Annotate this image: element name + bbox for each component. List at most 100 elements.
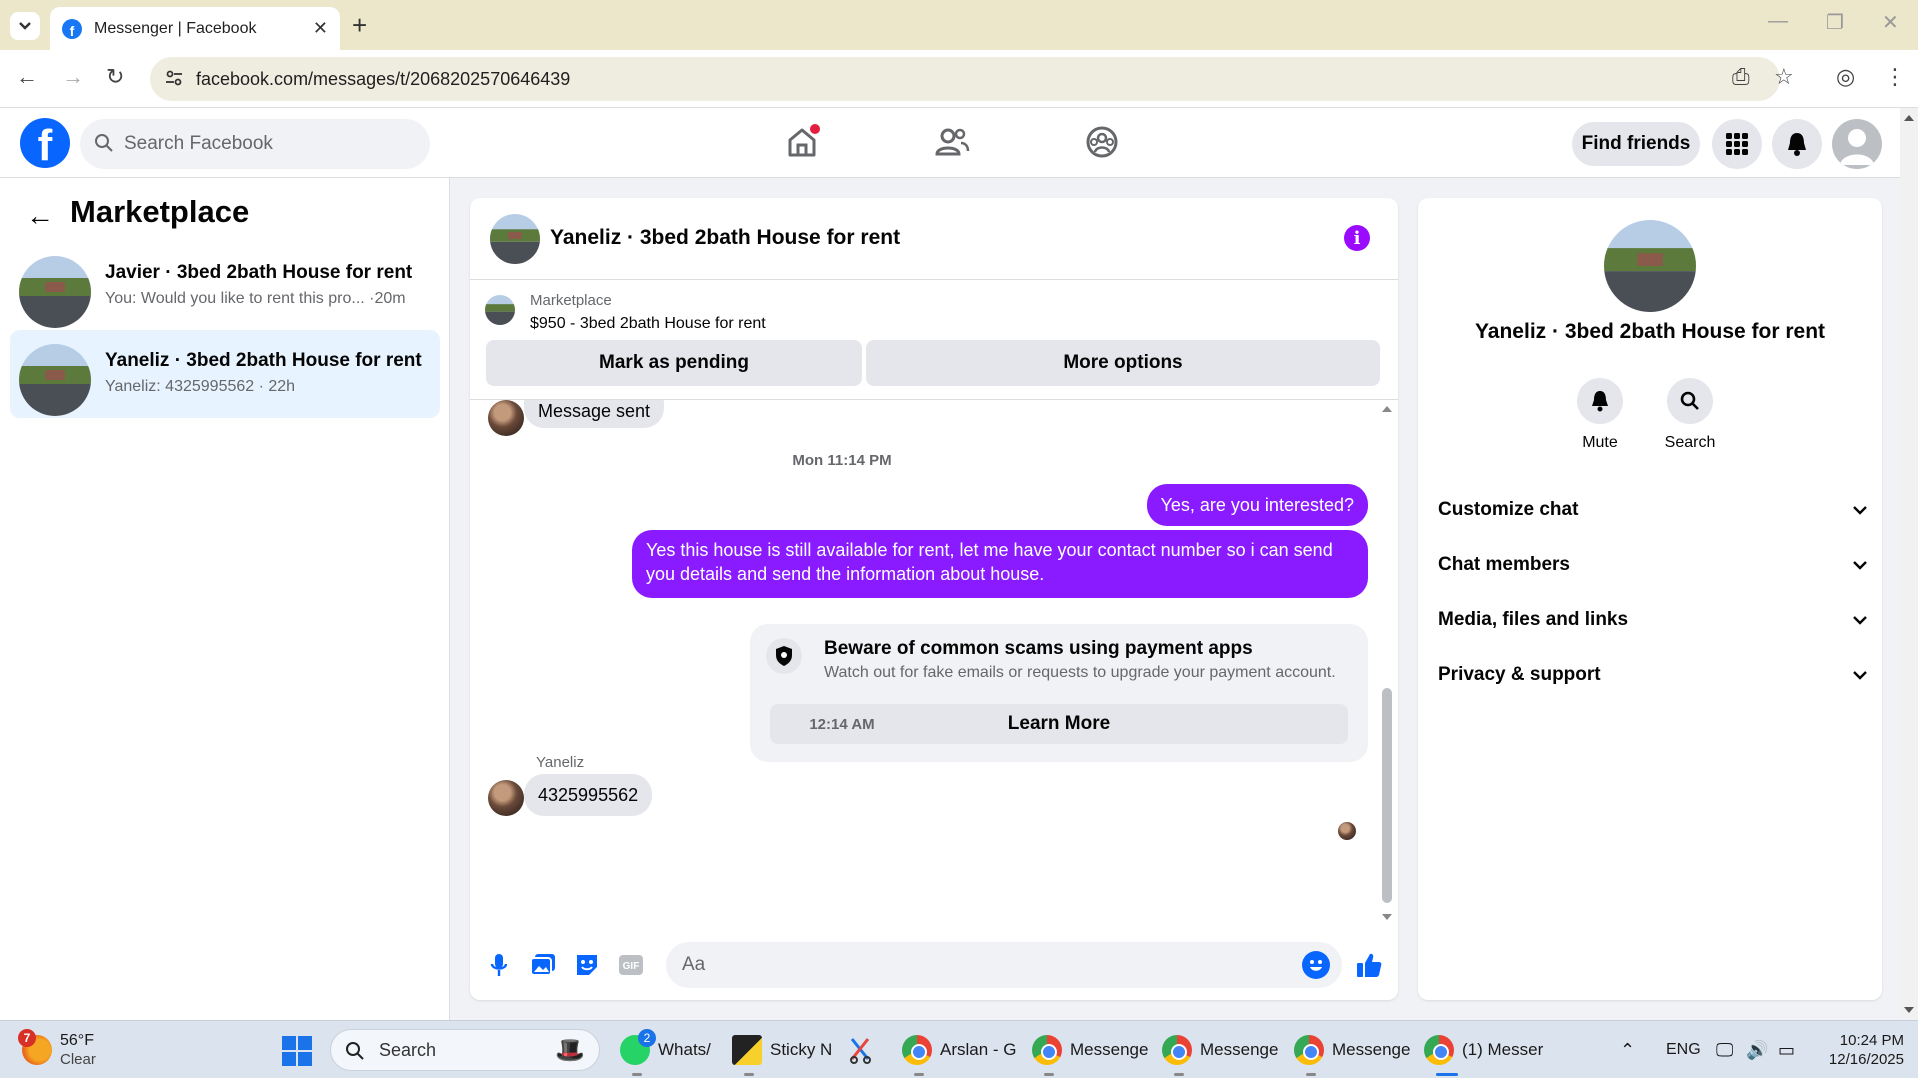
show-hidden-icons[interactable]: ⌃ [1620, 1021, 1635, 1078]
friends-icon[interactable] [932, 122, 972, 162]
message-input[interactable]: Aa [666, 942, 1342, 988]
page-scrollbar[interactable] [1900, 108, 1918, 1020]
weather-widget[interactable]: 7 56°F Clear [18, 1021, 96, 1078]
facebook-header: f Search Facebook Find friends [0, 108, 1900, 178]
message-bubble-outgoing[interactable]: Yes, are you interested? [1146, 484, 1368, 526]
conversation-preview: Yaneliz: 4325995562 · 22h [105, 378, 296, 395]
close-window-icon[interactable]: ✕ [1882, 10, 1899, 35]
find-friends-button[interactable]: Find friends [1572, 122, 1700, 166]
restore-icon[interactable]: ❐ [1826, 10, 1844, 35]
windows-taskbar: 7 56°F Clear Search 🎩 2 Whats/ Sticky N … [0, 1020, 1918, 1078]
thread-avatar[interactable] [490, 214, 540, 264]
volume-icon[interactable]: 🔊 [1746, 1021, 1768, 1078]
chrome-icon [902, 1035, 932, 1065]
forward-icon[interactable]: → [62, 64, 84, 90]
media-files-links-section[interactable]: Media, files and links [1438, 600, 1868, 640]
menu-grid-icon[interactable] [1712, 119, 1762, 169]
privacy-support-section[interactable]: Privacy & support [1438, 655, 1868, 695]
profile-avatar[interactable] [1604, 220, 1696, 312]
bell-icon [1577, 378, 1623, 424]
profile-icon[interactable]: ◎ [1836, 64, 1855, 90]
search-icon [95, 134, 113, 152]
tab-title: Messenger | Facebook [94, 19, 257, 37]
site-settings-icon[interactable] [164, 68, 184, 88]
mute-button[interactable]: Mute [1560, 378, 1640, 452]
clock[interactable]: 10:24 PM 12/16/2025 [1818, 1021, 1904, 1078]
close-tab-icon[interactable]: ✕ [313, 18, 328, 39]
scam-warning-title: Beware of common scams using payment app… [824, 638, 1253, 659]
weather-desc: Clear [60, 1050, 96, 1068]
taskbar-app-chrome[interactable]: Messenge [1032, 1021, 1148, 1078]
message-bubble-incoming[interactable]: 4325995562 [524, 774, 653, 816]
section-label: Privacy & support [1438, 664, 1601, 685]
thread-header: Yaneliz · 3bed 2bath House for rent i [470, 198, 1398, 280]
scroll-up-icon [1904, 115, 1914, 121]
sticker-icon[interactable] [572, 950, 602, 980]
taskbar-app-label: (1) Messer [1462, 1040, 1544, 1059]
whatsapp-badge: 2 [638, 1029, 656, 1047]
microphone-icon[interactable] [484, 950, 514, 980]
scroll-down-icon [1382, 914, 1392, 920]
scam-warning-description: Watch out for fake emails or requests to… [824, 664, 1336, 681]
sender-name: Yaneliz [536, 754, 585, 771]
address-bar[interactable]: facebook.com/messages/t/2068202570646439 [150, 57, 1780, 101]
minimize-icon[interactable]: — [1768, 10, 1788, 33]
taskbar-app-chrome[interactable]: Messenge [1294, 1021, 1410, 1078]
taskbar-app-chrome-active[interactable]: (1) Messer [1424, 1021, 1543, 1078]
chat-members-section[interactable]: Chat members [1438, 545, 1868, 585]
clock-time: 10:24 PM [1839, 1031, 1904, 1049]
browser-menu-icon[interactable]: ⋮ [1884, 64, 1906, 90]
reload-icon[interactable]: ↻ [106, 64, 124, 90]
taskbar-app-whatsapp[interactable]: 2 Whats/ [620, 1021, 711, 1078]
listing-title[interactable]: $950 - 3bed 2bath House for rent [530, 315, 766, 333]
account-avatar[interactable] [1832, 119, 1882, 169]
listing-thumbnail [19, 256, 91, 328]
facebook-search-input[interactable]: Search Facebook [80, 119, 430, 169]
new-tab-button[interactable]: + [352, 10, 367, 41]
taskbar-app-chrome[interactable]: Messenge [1162, 1021, 1278, 1078]
message-bubble-outgoing[interactable]: Yes this house is still available for re… [632, 530, 1368, 598]
message-list[interactable]: Message sent Mon 11:14 PM Yes, are you i… [470, 400, 1398, 930]
emoji-icon[interactable] [1302, 951, 1330, 979]
message-bubble-incoming[interactable]: Message sent [524, 400, 665, 428]
taskbar-app-sticky-notes[interactable]: Sticky N [732, 1021, 832, 1078]
mark-as-pending-button[interactable]: Mark as pending [486, 340, 862, 386]
search-label: Search [1664, 434, 1716, 451]
back-icon[interactable]: ← [16, 64, 38, 90]
chat-info-panel: Yaneliz · 3bed 2bath House for rent Mute… [1418, 198, 1882, 1000]
notifications-bell-icon[interactable] [1772, 119, 1822, 169]
info-icon[interactable]: i [1344, 225, 1370, 251]
windows-start-icon[interactable] [282, 1036, 312, 1066]
thread-title[interactable]: Yaneliz · 3bed 2bath House for rent [550, 226, 900, 250]
conversation-item-active[interactable]: Yaneliz · 3bed 2bath House for rent Yane… [10, 330, 440, 418]
taskbar-search[interactable]: Search 🎩 [330, 1029, 600, 1071]
back-arrow-icon[interactable]: ← [26, 200, 54, 232]
language-indicator[interactable]: ENG [1666, 1021, 1701, 1078]
more-options-button[interactable]: More options [866, 340, 1380, 386]
thumbs-up-icon[interactable] [1354, 950, 1384, 980]
mute-label: Mute [1582, 434, 1618, 451]
scrollbar-thumb[interactable] [1382, 688, 1392, 903]
search-in-chat-button[interactable]: Search [1650, 378, 1730, 452]
taskbar-app-chrome[interactable]: Arslan - G [902, 1021, 1017, 1078]
taskbar-app-label: Sticky N [770, 1040, 833, 1059]
chrome-icon [1424, 1035, 1454, 1065]
battery-icon[interactable]: ▭ [1778, 1021, 1795, 1078]
home-icon[interactable] [782, 122, 822, 162]
page-title: Marketplace [70, 194, 250, 229]
chevron-down-icon [1853, 561, 1867, 570]
groups-icon[interactable] [1082, 122, 1122, 162]
photo-icon[interactable] [528, 950, 558, 980]
tab-search-button[interactable] [10, 12, 40, 40]
install-app-icon[interactable]: ⎙ [1732, 64, 1750, 90]
gif-icon[interactable]: GIF [616, 950, 646, 980]
browser-tab[interactable]: f Messenger | Facebook ✕ [50, 7, 340, 50]
facebook-logo-icon[interactable]: f [20, 118, 70, 168]
conversation-item[interactable]: Javier · 3bed 2bath House for rent You: … [10, 242, 440, 330]
customize-chat-section[interactable]: Customize chat [1438, 490, 1868, 530]
taskbar-app-snipping-tool[interactable] [846, 1021, 884, 1078]
network-icon[interactable]: 🖵 [1716, 1021, 1733, 1078]
marketplace-sidebar: ← Marketplace Javier · 3bed 2bath House … [0, 178, 450, 1020]
bookmark-star-icon[interactable]: ☆ [1774, 64, 1794, 90]
chevron-down-icon [1853, 616, 1867, 625]
